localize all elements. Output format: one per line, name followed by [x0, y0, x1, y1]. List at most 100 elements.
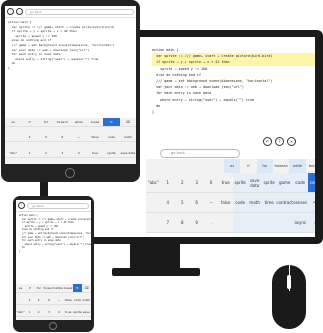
code-line[interactable]: }	[8, 66, 133, 71]
mini-key[interactable]: while	[70, 118, 87, 127]
mini-key[interactable]: "abc"	[5, 149, 22, 158]
key[interactable]: ‹	[307, 213, 315, 233]
key[interactable]: senses	[293, 193, 308, 213]
home-button[interactable]	[49, 322, 57, 330]
help-button[interactable]: ?	[275, 137, 284, 146]
mini-key[interactable]: true	[63, 308, 73, 317]
mini-key[interactable]: break	[63, 284, 73, 293]
mini-key[interactable]: es	[5, 118, 22, 127]
key[interactable]: contract	[276, 193, 294, 213]
mini-key[interactable]: es	[16, 284, 26, 293]
mini-key[interactable]: foreach	[54, 118, 71, 127]
code-line[interactable]: /// game → set background scene(dimensio…	[8, 43, 133, 48]
back-button[interactable]: ‹	[18, 202, 25, 209]
key[interactable]: 3	[189, 173, 204, 193]
key[interactable]: .	[203, 213, 219, 233]
keyword-tab[interactable]: foreach	[273, 159, 289, 173]
key[interactable]: sprite	[261, 173, 277, 193]
key[interactable]	[146, 193, 161, 213]
mini-key[interactable]: 4	[25, 296, 35, 305]
key[interactable]: code	[293, 173, 308, 193]
close-button[interactable]: ×	[287, 137, 296, 146]
code-line[interactable]: where entry → string("user") → equals(""…	[19, 243, 91, 247]
mini-key[interactable]: 3	[43, 308, 55, 317]
key[interactable]: 2	[174, 173, 190, 193]
key[interactable]: 0	[203, 173, 219, 193]
mini-key[interactable]: 0	[54, 308, 64, 317]
key[interactable]: 7	[160, 213, 175, 233]
keyword-tab[interactable]: es	[224, 159, 241, 173]
code-editor[interactable]: action main { var sprite := /// game→ st…	[152, 47, 315, 115]
key[interactable]	[218, 213, 233, 233]
mini-key[interactable]: false	[63, 296, 73, 305]
tablet-code-editor[interactable]: action main { var sprite := /// game→ st…	[5, 18, 136, 73]
mini-key[interactable]: math	[119, 133, 136, 143]
mini-key[interactable]	[16, 296, 26, 305]
mini-key[interactable]: save data	[119, 149, 136, 158]
mini-key[interactable]: save data	[81, 308, 91, 320]
mini-key[interactable]: 1	[21, 149, 38, 158]
mini-key[interactable]: sprite	[103, 149, 120, 158]
key[interactable]	[232, 213, 248, 233]
key[interactable]: save data	[247, 173, 262, 193]
mini-key[interactable]: true	[86, 149, 104, 158]
mini-key[interactable]: break	[86, 118, 104, 127]
mini-key[interactable]: ≫	[72, 284, 82, 293]
mini-key[interactable]: code	[103, 133, 120, 143]
key[interactable]: 4	[160, 193, 175, 213]
phone-code-editor[interactable]: action main { var sprite := /// game→ st…	[16, 212, 91, 256]
phone-search-input[interactable]: go back	[27, 202, 89, 209]
mini-key[interactable]: 5	[34, 296, 44, 305]
key[interactable]: 1	[160, 173, 175, 193]
mini-key[interactable]	[5, 133, 22, 143]
mini-key[interactable]: ⌫	[81, 284, 91, 293]
keyword-tab[interactable]: break	[306, 159, 315, 173]
key[interactable]: 9	[189, 213, 204, 233]
mini-key[interactable]: while	[54, 284, 64, 293]
mini-key[interactable]: 2	[34, 308, 44, 317]
mini-key[interactable]: 6	[54, 133, 71, 143]
mini-key[interactable]: if	[21, 118, 38, 127]
key[interactable]: 6	[189, 193, 204, 213]
keyword-tab[interactable]: if	[240, 159, 256, 173]
mini-key[interactable]: false	[86, 133, 104, 143]
key[interactable]: −	[203, 193, 219, 213]
key[interactable]: false	[218, 193, 233, 213]
key[interactable]: time	[261, 193, 277, 213]
back-button[interactable]: ↶	[263, 137, 272, 146]
mini-key[interactable]: for	[37, 118, 55, 127]
mini-key[interactable]: ≫	[103, 118, 120, 127]
mini-key[interactable]: math	[81, 296, 91, 305]
mini-key[interactable]: code	[72, 296, 82, 305]
mini-key[interactable]: for	[34, 284, 44, 293]
mini-key[interactable]: 0	[70, 149, 87, 158]
mini-key[interactable]: sprite	[72, 308, 82, 317]
key[interactable]	[247, 213, 262, 233]
home-button[interactable]	[65, 168, 75, 178]
mini-key[interactable]: −	[54, 296, 64, 305]
key[interactable]: true	[218, 173, 233, 193]
key[interactable]: 8	[174, 213, 190, 233]
keyword-tab[interactable]: for	[256, 159, 273, 173]
key[interactable]	[261, 213, 277, 233]
back-button[interactable]: ‹	[7, 8, 14, 15]
mini-key[interactable]: 1	[25, 308, 35, 317]
mini-key[interactable]: foreach	[43, 284, 55, 293]
mini-key[interactable]: if	[25, 284, 35, 293]
mini-key[interactable]: 2	[37, 149, 55, 158]
mini-key[interactable]: 4	[21, 133, 38, 143]
mini-key[interactable]: 6	[43, 296, 55, 305]
mini-key[interactable]: −	[70, 133, 87, 143]
keyword-tab[interactable]: while	[289, 159, 306, 173]
key[interactable]: code	[307, 173, 315, 193]
search-input[interactable]: go back	[160, 149, 240, 158]
mini-key[interactable]: 3	[54, 149, 71, 158]
key[interactable]: sprite	[232, 173, 248, 193]
key[interactable]: ↶	[307, 193, 315, 213]
key[interactable]: 5	[174, 193, 190, 213]
mini-key[interactable]: "abc"	[16, 308, 26, 317]
tablet-search-input[interactable]: go back	[25, 8, 134, 15]
code-line[interactable]: }	[152, 109, 315, 115]
mini-key[interactable]: 5	[37, 133, 55, 143]
key[interactable]: async	[293, 213, 308, 233]
